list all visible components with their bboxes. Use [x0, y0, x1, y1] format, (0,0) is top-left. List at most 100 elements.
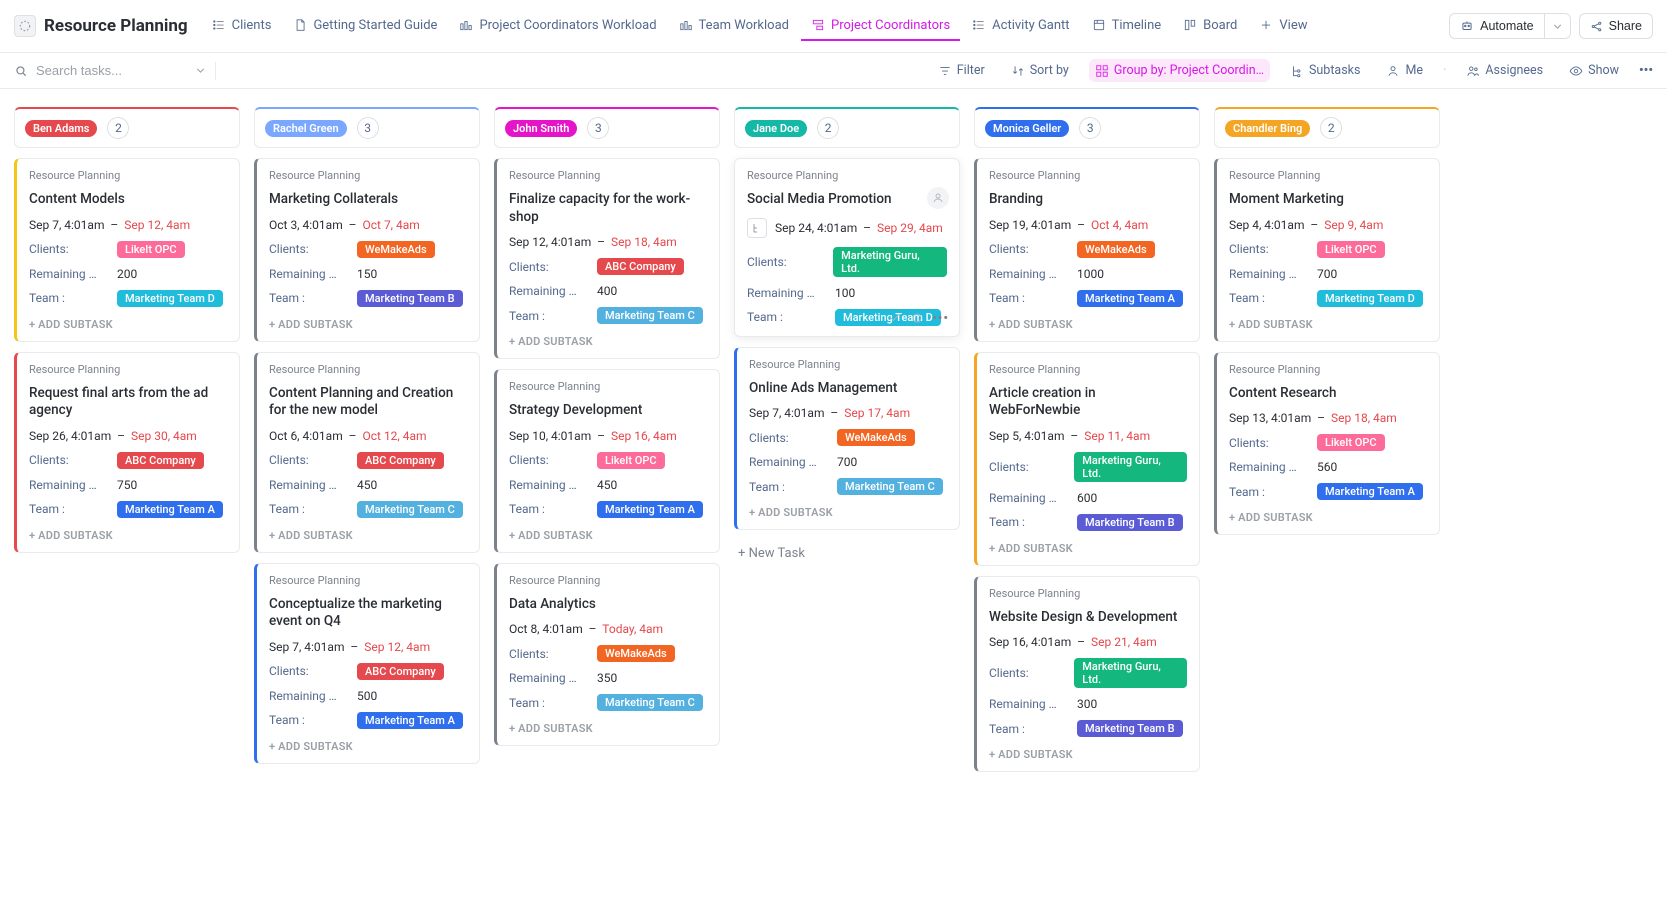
team-chip[interactable]: Marketing Team A — [1077, 290, 1183, 307]
task-card[interactable]: Resource PlanningWebsite Design & Develo… — [974, 576, 1200, 773]
add-subtask-button[interactable]: + ADD SUBTASK — [1229, 316, 1427, 331]
column-header[interactable]: Ben Adams2 — [14, 107, 240, 148]
add-subtask-button[interactable]: + ADD SUBTASK — [29, 527, 227, 542]
task-card[interactable]: Resource PlanningRequest final arts from… — [14, 352, 240, 553]
tab-clients[interactable]: Clients — [202, 12, 282, 41]
task-card[interactable]: Resource PlanningArticle creation in Web… — [974, 352, 1200, 566]
chevron-down-icon[interactable] — [194, 64, 207, 77]
client-chip[interactable]: Marketing Guru, Ltd. — [833, 247, 947, 277]
team-chip[interactable]: Marketing Team A — [357, 712, 463, 729]
task-card[interactable]: Resource PlanningContent ResearchSep 13,… — [1214, 352, 1440, 536]
client-chip[interactable]: WeMakeAds — [597, 645, 675, 662]
add-subtask-button[interactable]: + ADD SUBTASK — [269, 527, 467, 542]
client-chip[interactable]: WeMakeAds — [837, 429, 915, 446]
tab-board[interactable]: Board — [1173, 12, 1247, 41]
task-card[interactable]: Resource PlanningBrandingSep 19, 4:01am … — [974, 158, 1200, 342]
client-chip[interactable]: LikeIt OPC — [597, 452, 665, 469]
column-header[interactable]: Rachel Green3 — [254, 107, 480, 148]
breadcrumb: Resource Planning — [29, 169, 227, 182]
add-subtask-button[interactable]: + ADD SUBTASK — [29, 316, 227, 331]
show-button[interactable]: Show — [1563, 59, 1625, 82]
tab-project-coordinators[interactable]: Project Coordinators — [801, 12, 960, 41]
assignees-button[interactable]: Assignees — [1460, 59, 1549, 82]
client-chip[interactable]: WeMakeAds — [1077, 241, 1155, 258]
task-title: Article creation in WebForNewbie — [989, 385, 1187, 420]
client-chip[interactable]: ABC Company — [597, 258, 684, 275]
team-chip[interactable]: Marketing Team C — [597, 694, 703, 711]
card-more-menu[interactable]: ••• — [932, 311, 949, 326]
task-card[interactable]: Resource PlanningFinalize capacity for t… — [494, 158, 720, 359]
column-header[interactable]: Monica Geller3 — [974, 107, 1200, 148]
client-chip[interactable]: ABC Company — [357, 452, 444, 469]
team-chip[interactable]: Marketing Team A — [597, 501, 703, 518]
add-subtask-button[interactable]: + ADD SUBTASK — [989, 540, 1187, 555]
column-header[interactable]: John Smith3 — [494, 107, 720, 148]
new-task-button[interactable]: + New Task — [734, 540, 960, 567]
search-input[interactable] — [36, 63, 186, 78]
tab-view[interactable]: View — [1249, 12, 1317, 41]
more-menu[interactable]: ••• — [1639, 63, 1653, 78]
subtasks-button[interactable]: Subtasks — [1284, 59, 1366, 82]
client-chip[interactable]: LikeIt OPC — [1317, 434, 1385, 451]
task-card[interactable]: Resource PlanningMoment MarketingSep 4, … — [1214, 158, 1440, 342]
task-card[interactable]: Resource PlanningContent Planning and Cr… — [254, 352, 480, 553]
add-subtask-button[interactable]: + ADD SUBTASK — [509, 333, 707, 348]
team-chip[interactable]: Marketing Team C — [357, 501, 463, 518]
add-subtask-button[interactable]: + ADD SUBTASK — [989, 746, 1187, 761]
client-chip[interactable]: LikeIt OPC — [1317, 241, 1385, 258]
add-subtask-button[interactable]: + ADD SUBTASK — [269, 738, 467, 753]
add-subtask-button[interactable]: + ADD SUBTASK — [749, 504, 947, 519]
task-dates: Sep 7, 4:01am – Sep 17, 4am — [749, 406, 910, 420]
circle-icon[interactable] — [910, 311, 924, 325]
subtask-icon[interactable] — [747, 218, 767, 238]
check-icon[interactable] — [888, 311, 902, 325]
client-chip[interactable]: LikeIt OPC — [117, 241, 185, 258]
team-chip[interactable]: Marketing Team C — [597, 307, 703, 324]
team-label: Team : — [269, 291, 347, 305]
client-chip[interactable]: ABC Company — [117, 452, 204, 469]
app-icon[interactable] — [14, 15, 36, 37]
tab-project-coordinators-workload[interactable]: Project Coordinators Workload — [449, 12, 666, 41]
remaining-label: Remaining … — [1229, 460, 1307, 474]
team-chip[interactable]: Marketing Team A — [117, 501, 223, 518]
add-subtask-button[interactable]: + ADD SUBTASK — [989, 316, 1187, 331]
task-card[interactable]: Resource PlanningOnline Ads ManagementSe… — [734, 347, 960, 531]
column-header[interactable]: Jane Doe2 — [734, 107, 960, 148]
breadcrumb: Resource Planning — [269, 363, 467, 376]
team-chip[interactable]: Marketing Team D — [117, 290, 223, 307]
client-chip[interactable]: WeMakeAds — [357, 241, 435, 258]
team-chip[interactable]: Marketing Team B — [1077, 514, 1183, 531]
filter-button[interactable]: Filter — [932, 59, 991, 82]
tab-getting-started-guide[interactable]: Getting Started Guide — [283, 12, 447, 41]
sortby-button[interactable]: Sort by — [1005, 59, 1075, 82]
task-card[interactable]: Resource PlanningSocial Media PromotionS… — [734, 158, 960, 337]
automate-dropdown[interactable] — [1544, 13, 1571, 39]
task-card[interactable]: Resource PlanningContent ModelsSep 7, 4:… — [14, 158, 240, 342]
task-card[interactable]: Resource PlanningData AnalyticsOct 8, 4:… — [494, 563, 720, 747]
tab-team-workload[interactable]: Team Workload — [669, 12, 799, 41]
client-chip[interactable]: Marketing Guru, Ltd. — [1074, 658, 1187, 688]
team-chip[interactable]: Marketing Team A — [1317, 483, 1423, 500]
task-card[interactable]: Resource PlanningConceptualize the marke… — [254, 563, 480, 764]
add-subtask-button[interactable]: + ADD SUBTASK — [1229, 509, 1427, 524]
groupby-button[interactable]: Group by: Project Coordin… — [1089, 59, 1270, 82]
tab-activity-gantt[interactable]: Activity Gantt — [962, 12, 1079, 41]
share-button[interactable]: Share — [1579, 13, 1653, 39]
tab-timeline[interactable]: Timeline — [1082, 12, 1172, 41]
search[interactable] — [14, 62, 216, 80]
me-button[interactable]: Me — [1380, 59, 1429, 82]
task-card[interactable]: Resource PlanningStrategy DevelopmentSep… — [494, 369, 720, 553]
column-header[interactable]: Chandler Bing2 — [1214, 107, 1440, 148]
assignee-placeholder[interactable] — [927, 187, 949, 209]
automate-button[interactable]: Automate — [1449, 13, 1544, 39]
add-subtask-button[interactable]: + ADD SUBTASK — [509, 527, 707, 542]
client-chip[interactable]: Marketing Guru, Ltd. — [1074, 452, 1187, 482]
client-chip[interactable]: ABC Company — [357, 663, 444, 680]
add-subtask-button[interactable]: + ADD SUBTASK — [269, 316, 467, 331]
team-chip[interactable]: Marketing Team B — [1077, 720, 1183, 737]
team-chip[interactable]: Marketing Team C — [837, 478, 943, 495]
task-card[interactable]: Resource PlanningMarketing CollateralsOc… — [254, 158, 480, 342]
team-chip[interactable]: Marketing Team D — [1317, 290, 1423, 307]
team-chip[interactable]: Marketing Team B — [357, 290, 463, 307]
add-subtask-button[interactable]: + ADD SUBTASK — [509, 720, 707, 735]
